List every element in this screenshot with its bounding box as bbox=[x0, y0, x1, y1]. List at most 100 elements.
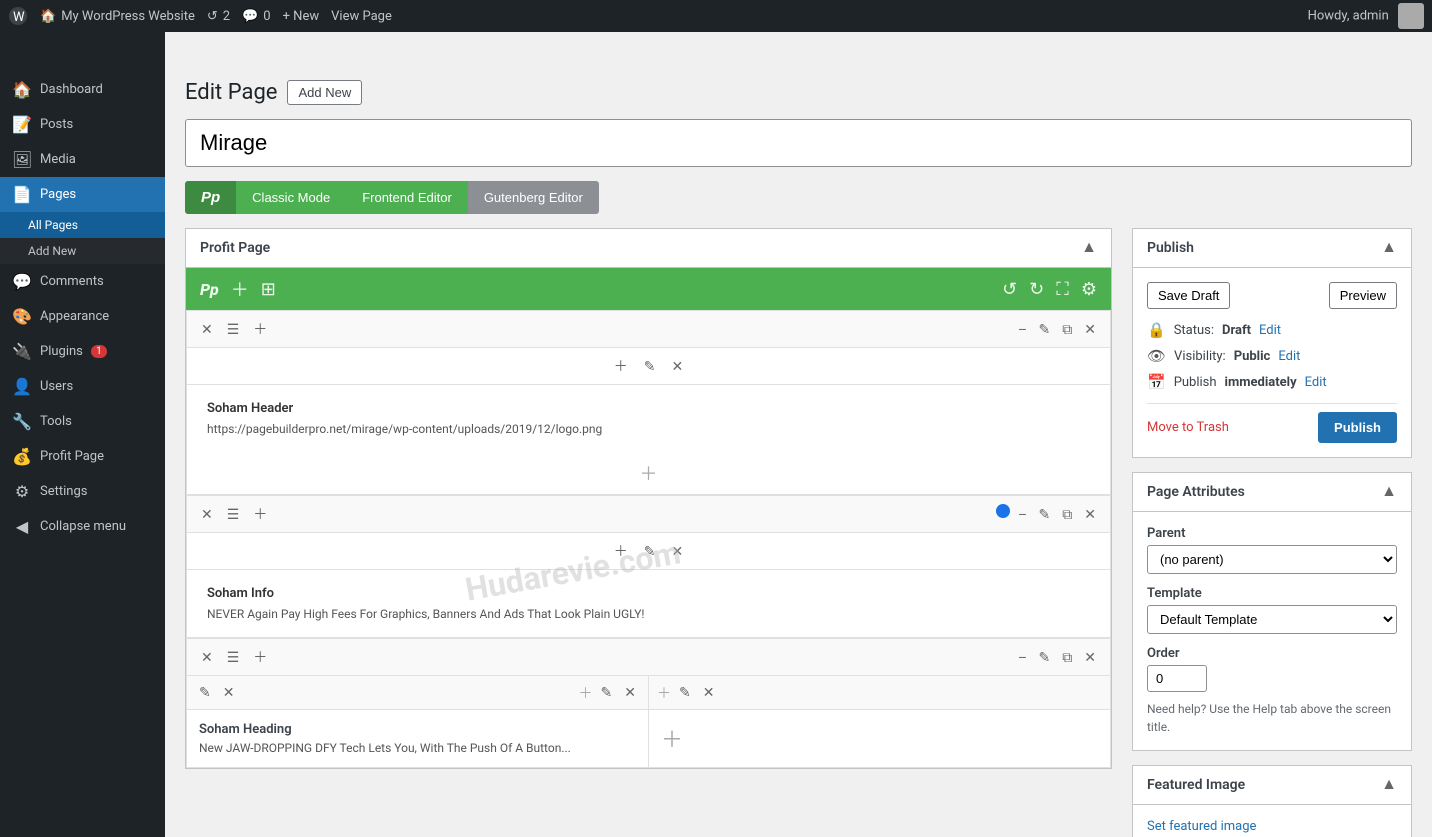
section-2-toolbar: ✕ ☰ ＋ − ✎ ⧉ ✕ bbox=[187, 496, 1110, 533]
section-2-list-btn[interactable]: ☰ bbox=[223, 504, 244, 525]
section-2-add-btn[interactable]: ＋ bbox=[249, 502, 271, 526]
sidebar-item-profit-page[interactable]: 💰 Profit Page bbox=[0, 439, 165, 474]
section-2-edit-btn[interactable]: ✎ bbox=[1035, 504, 1055, 525]
view-page-link[interactable]: View Page bbox=[331, 9, 392, 24]
sidebar-item-dashboard[interactable]: 🏠 Dashboard bbox=[0, 72, 165, 107]
profit-page-block: Profit Page ▲ Pp ＋ ⊞ ↺ ↻ ⛶ ⚙ bbox=[185, 228, 1112, 769]
order-label: Order bbox=[1147, 646, 1397, 661]
section-1-move-btn[interactable]: ✕ bbox=[197, 319, 217, 340]
section-1-inner-edit[interactable]: ✎ bbox=[640, 356, 660, 377]
section-1-close-btn[interactable]: ✕ bbox=[1080, 319, 1100, 340]
section-1-expand-btn[interactable]: − bbox=[1014, 319, 1030, 340]
publish-edit-link[interactable]: Edit bbox=[1305, 375, 1327, 390]
sidebar-item-comments[interactable]: 💬 Comments bbox=[0, 264, 165, 299]
gutenberg-editor-tab[interactable]: Gutenberg Editor bbox=[468, 181, 599, 214]
col-left-inner-close[interactable]: ✕ bbox=[620, 682, 640, 703]
section-3-add-btn[interactable]: ＋ bbox=[249, 645, 271, 669]
section-2-inner-edit[interactable]: ✎ bbox=[640, 541, 660, 562]
section-3-left-desc: New JAW-DROPPING DFY Tech Lets You, With… bbox=[199, 741, 636, 755]
section-1-list-btn[interactable]: ☰ bbox=[223, 319, 244, 340]
publish-panel-toggle[interactable]: ▲ bbox=[1381, 239, 1397, 257]
comments-link[interactable]: 💬 0 bbox=[242, 9, 271, 24]
classic-mode-tab[interactable]: Classic Mode bbox=[236, 181, 346, 214]
col-left-close[interactable]: ✕ bbox=[219, 682, 239, 703]
col-right-inner-close[interactable]: ✕ bbox=[699, 682, 719, 703]
section-3-expand-btn[interactable]: − bbox=[1014, 647, 1030, 668]
fullscreen-icon[interactable]: ⛶ bbox=[1056, 279, 1069, 300]
section-row-2: ✕ ☰ ＋ − ✎ ⧉ ✕ bbox=[186, 495, 1111, 638]
frontend-editor-tab[interactable]: Frontend Editor bbox=[346, 181, 468, 214]
sidebar-item-appearance[interactable]: 🎨 Appearance bbox=[0, 299, 165, 334]
template-select[interactable]: Default Template bbox=[1147, 605, 1397, 634]
page-attributes-toggle[interactable]: ▲ bbox=[1381, 483, 1397, 501]
sidebar-item-add-new-page[interactable]: Add New bbox=[0, 238, 165, 264]
section-3-edit-btn[interactable]: ✎ bbox=[1035, 647, 1055, 668]
order-input[interactable] bbox=[1147, 665, 1207, 692]
page-title-input[interactable] bbox=[185, 119, 1412, 167]
dashboard-icon: 🏠 bbox=[12, 80, 32, 99]
sidebar-item-users[interactable]: 👤 Users bbox=[0, 369, 165, 404]
sidebar-item-all-pages[interactable]: All Pages bbox=[0, 212, 165, 238]
site-name[interactable]: 🏠 My WordPress Website bbox=[40, 9, 195, 24]
publish-button[interactable]: Publish bbox=[1318, 412, 1397, 443]
section-1-copy-btn[interactable]: ⧉ bbox=[1058, 319, 1076, 340]
section-1-inner-close[interactable]: ✕ bbox=[668, 356, 688, 377]
section-3-close-btn[interactable]: ✕ bbox=[1080, 647, 1100, 668]
section-2-inner-add[interactable]: ＋ bbox=[610, 539, 632, 563]
section-3-list-btn[interactable]: ☰ bbox=[223, 647, 244, 668]
section-2-label: Soham Info bbox=[207, 586, 1090, 601]
col-right-inner-add[interactable]: ＋ bbox=[657, 682, 671, 703]
section-2-close-btn[interactable]: ✕ bbox=[1080, 504, 1100, 525]
col-left-inner-add[interactable]: ＋ bbox=[579, 682, 593, 703]
undo-icon[interactable]: ↺ bbox=[1002, 279, 1017, 300]
profit-page-collapse-btn[interactable]: ▲ bbox=[1081, 239, 1097, 257]
section-1-add-btn[interactable]: ＋ bbox=[249, 317, 271, 341]
publish-actions: Save Draft Preview bbox=[1147, 282, 1397, 309]
status-edit-link[interactable]: Edit bbox=[1259, 323, 1281, 338]
gear-icon[interactable]: ⚙ bbox=[1081, 279, 1097, 300]
section-1-plus-btn[interactable]: ＋ bbox=[640, 460, 658, 486]
visibility-edit-link[interactable]: Edit bbox=[1278, 349, 1300, 364]
col-right-inner-edit[interactable]: ✎ bbox=[675, 682, 695, 703]
plugins-icon: 🔌 bbox=[12, 342, 32, 361]
new-content-link[interactable]: + New bbox=[283, 9, 320, 24]
revisions-link[interactable]: ↺ 2 bbox=[207, 9, 230, 24]
appearance-icon: 🎨 bbox=[12, 307, 32, 326]
preview-button[interactable]: Preview bbox=[1329, 282, 1397, 309]
publish-label: Publish bbox=[1174, 375, 1217, 390]
section-2-inner-close[interactable]: ✕ bbox=[668, 541, 688, 562]
sidebar-item-plugins[interactable]: 🔌 Plugins 1 bbox=[0, 334, 165, 369]
posts-icon: 📝 bbox=[12, 115, 32, 134]
wp-logo[interactable]: W bbox=[8, 6, 28, 26]
col-left-inner-edit[interactable]: ✎ bbox=[597, 682, 617, 703]
sidebar-item-media[interactable]: 🖼 Media bbox=[0, 142, 165, 177]
redo-icon[interactable]: ↻ bbox=[1029, 279, 1044, 300]
featured-image-header: Featured Image ▲ bbox=[1133, 766, 1411, 805]
set-featured-image-link[interactable]: Set featured image bbox=[1147, 819, 1256, 834]
collapse-menu[interactable]: ◀ Collapse menu bbox=[0, 509, 165, 544]
add-section-icon[interactable]: ＋ bbox=[231, 276, 249, 302]
section-1-edit-btn[interactable]: ✎ bbox=[1035, 319, 1055, 340]
col-right-plus[interactable]: ＋ bbox=[661, 722, 683, 754]
featured-image-toggle[interactable]: ▲ bbox=[1381, 776, 1397, 794]
parent-select[interactable]: (no parent) bbox=[1147, 545, 1397, 574]
section-2-move-btn[interactable]: ✕ bbox=[197, 504, 217, 525]
featured-image-panel: Featured Image ▲ Set featured image bbox=[1132, 765, 1412, 837]
save-draft-button[interactable]: Save Draft bbox=[1147, 282, 1230, 309]
section-3-move-btn[interactable]: ✕ bbox=[197, 647, 217, 668]
pp-logo-toolbar[interactable]: Pp bbox=[200, 280, 219, 299]
sidebar-item-tools[interactable]: 🔧 Tools bbox=[0, 404, 165, 439]
sidebar-item-pages[interactable]: 📄 Pages bbox=[0, 177, 165, 212]
move-trash-link[interactable]: Move to Trash bbox=[1147, 420, 1229, 435]
section-2-copy-btn[interactable]: ⧉ bbox=[1058, 504, 1076, 525]
section-1-inner-add[interactable]: ＋ bbox=[610, 354, 632, 378]
sidebar-item-posts[interactable]: 📝 Posts bbox=[0, 107, 165, 142]
help-text: Need help? Use the Help tab above the sc… bbox=[1147, 700, 1397, 736]
col-left-edit[interactable]: ✎ bbox=[195, 682, 215, 703]
add-new-button[interactable]: Add New bbox=[287, 80, 362, 105]
section-3-copy-btn[interactable]: ⧉ bbox=[1058, 647, 1076, 668]
section-2-expand-btn[interactable]: − bbox=[1014, 504, 1030, 525]
pp-logo-button[interactable]: Pp bbox=[185, 181, 236, 214]
sidebar-item-settings[interactable]: ⚙ Settings bbox=[0, 474, 165, 509]
grid-icon[interactable]: ⊞ bbox=[261, 279, 276, 300]
